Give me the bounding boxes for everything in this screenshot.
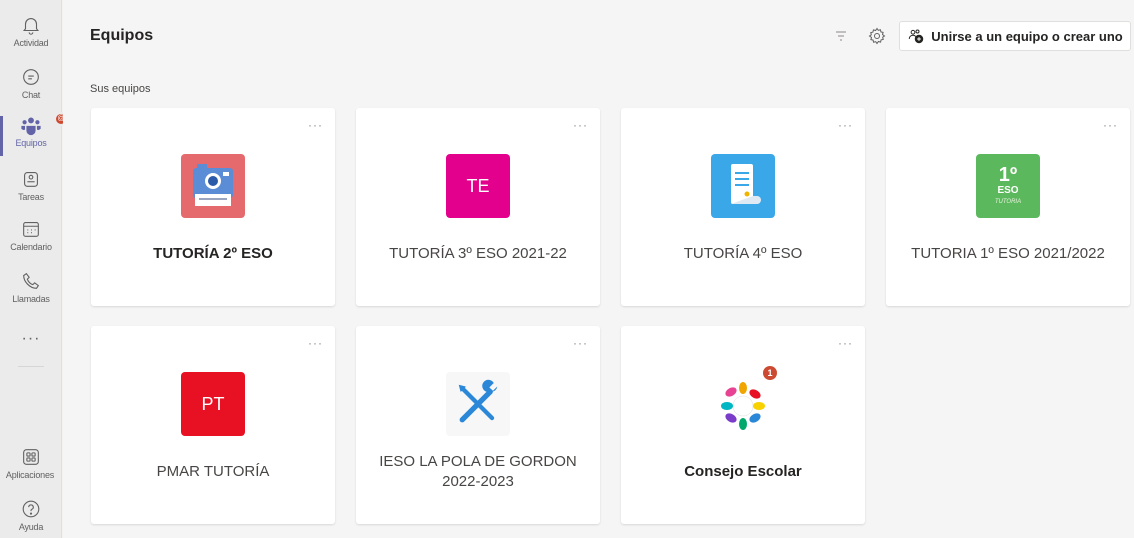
team-card[interactable]: ··· TE TUTORÍA 3º ESO 2021-22	[356, 108, 600, 306]
join-button-label: Unirse a un equipo o crear uno	[931, 28, 1123, 44]
rail-item-label: Calendario	[10, 242, 52, 252]
more-icon: ···	[21, 330, 41, 347]
rail-item-actividad[interactable]: Actividad	[0, 14, 62, 62]
rail-item-llamadas[interactable]: Llamadas	[0, 270, 62, 318]
more-options-icon[interactable]: ···	[1103, 118, 1118, 132]
rail-divider	[18, 366, 44, 367]
team-avatar	[181, 154, 245, 218]
team-avatar: 1º ESO TUTORIA	[976, 154, 1040, 218]
gear-icon[interactable]	[867, 26, 887, 46]
team-name: TUTORÍA 3º ESO 2021-22	[389, 245, 567, 262]
team-name: TUTORÍA 4º ESO	[683, 245, 803, 262]
team-card[interactable]: ··· IESO LA POLA DE GORDON 2022-2023	[356, 326, 600, 524]
section-label: Sus equipos	[90, 83, 151, 95]
rail-item-label: Aplicaciones	[5, 470, 55, 480]
rail-item-more[interactable]: ···	[0, 330, 62, 378]
rail-item-chat[interactable]: Chat	[0, 66, 62, 114]
team-initials: PT	[201, 393, 225, 414]
rail-item-ayuda[interactable]: Ayuda	[0, 498, 62, 538]
team-card[interactable]: ··· TUTORÍA 2º ESO	[91, 108, 335, 306]
rail-item-aplicaciones[interactable]: Aplicaciones	[0, 446, 62, 494]
more-options-icon[interactable]: ···	[838, 118, 853, 132]
more-options-icon[interactable]: ···	[308, 336, 323, 350]
team-card[interactable]: ··· 1 Consejo Escolar	[621, 326, 865, 524]
rail-item-equipos[interactable]: @ Equipos	[0, 112, 68, 162]
rail-item-label: Actividad	[13, 38, 49, 48]
add-team-icon	[909, 29, 924, 44]
team-card[interactable]: ··· TUTORÍA 4º ESO	[621, 108, 865, 306]
team-name: PMAR TUTORÍA	[156, 463, 270, 480]
rail-item-tareas[interactable]: Tareas	[0, 168, 62, 216]
rail-item-label: Tareas	[18, 192, 44, 202]
main-content: Equipos Unirse a un equipo o crear uno S…	[63, 0, 1134, 538]
filter-icon[interactable]	[833, 28, 849, 44]
team-avatar	[711, 154, 775, 218]
teams-icon-wrap: @	[20, 112, 68, 136]
rail-item-label: Equipos	[15, 138, 47, 148]
unread-badge: 1	[763, 366, 777, 380]
phone-icon	[23, 272, 40, 289]
team-avatar	[446, 372, 510, 436]
page-title: Equipos	[90, 27, 154, 44]
rail-item-label: Ayuda	[18, 522, 44, 532]
bell-icon	[23, 18, 39, 35]
camera-icon	[193, 164, 233, 206]
rail-item-calendario[interactable]: Calendario	[0, 218, 62, 266]
team-card[interactable]: ··· 1º ESO TUTORIA TUTORIA 1º ESO 2021/2…	[886, 108, 1130, 306]
team-name: TUTORIA 1º ESO 2021/2022	[911, 245, 1105, 262]
teams-icon	[21, 117, 41, 136]
team-name: TUTORÍA 2º ESO	[153, 245, 273, 262]
avatar-text-small: TUTORIA	[994, 199, 1022, 205]
more-options-icon[interactable]: ···	[573, 118, 588, 132]
join-or-create-team-button[interactable]: Unirse a un equipo o crear uno	[899, 21, 1131, 51]
rail-item-label: Chat	[21, 90, 41, 100]
team-name: IESO LA POLA DE GORDON 2022-2023	[379, 453, 577, 490]
tools-icon	[458, 379, 498, 423]
calendar-icon	[23, 222, 39, 237]
hands-logo-icon	[721, 382, 765, 430]
assignments-icon	[24, 172, 38, 187]
team-initials: TE	[466, 175, 490, 196]
team-card[interactable]: ··· PT PMAR TUTORÍA	[91, 326, 335, 524]
team-avatar: TE	[446, 154, 510, 218]
avatar-text-big: 1º	[998, 164, 1018, 186]
more-options-icon[interactable]: ···	[573, 336, 588, 350]
team-avatar: 1	[711, 366, 777, 436]
rail-item-label: Llamadas	[12, 294, 50, 304]
help-icon	[22, 500, 40, 518]
more-options-icon[interactable]: ···	[308, 118, 323, 132]
chat-icon	[23, 69, 39, 85]
team-avatar: PT	[181, 372, 245, 436]
avatar-text-mid: ESO	[997, 185, 1019, 196]
apps-icon	[23, 449, 39, 465]
scroll-icon	[731, 164, 761, 204]
page-header: Equipos Unirse a un equipo o crear uno	[63, 0, 1134, 60]
team-name: Consejo Escolar	[684, 463, 802, 480]
app-rail: Actividad Chat @ Equipos Tareas Calendar…	[0, 0, 68, 538]
more-options-icon[interactable]: ···	[838, 336, 853, 350]
